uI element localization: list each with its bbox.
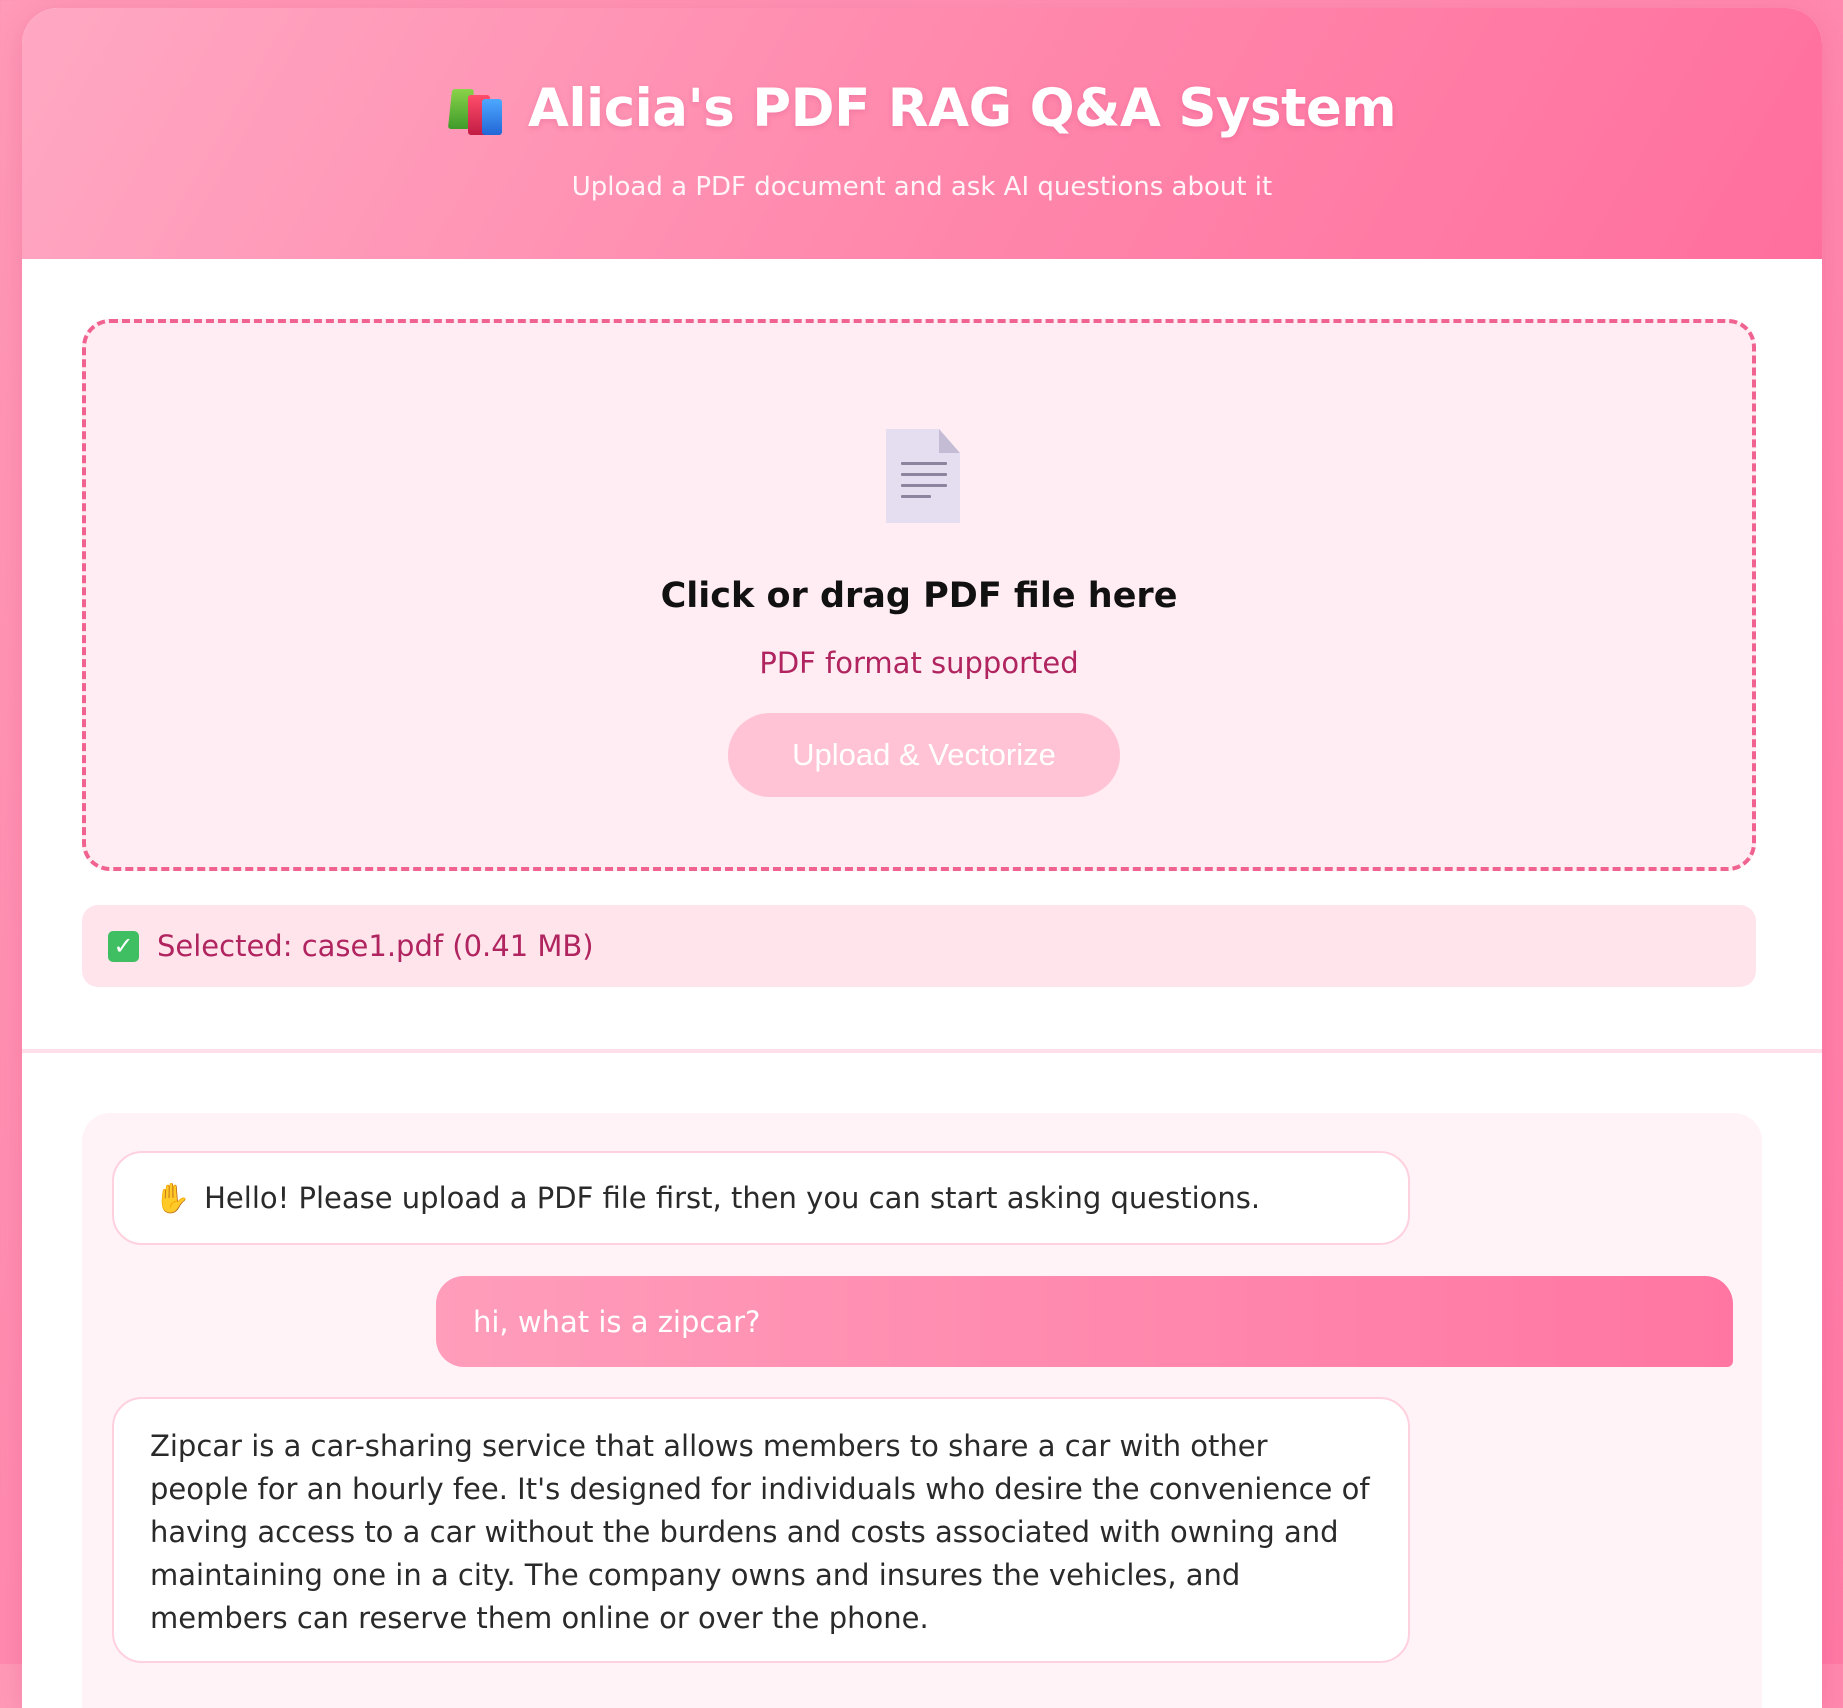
- user-message: hi, what is a zipcar?: [436, 1276, 1733, 1367]
- app-card: Alicia's PDF RAG Q&A System Upload a PDF…: [22, 8, 1822, 1708]
- title-row: Alicia's PDF RAG Q&A System: [22, 78, 1822, 139]
- books-icon: [447, 83, 506, 135]
- bot-message-text: Hello! Please upload a PDF file first, t…: [204, 1181, 1261, 1215]
- upload-vectorize-button[interactable]: Upload & Vectorize: [728, 713, 1120, 797]
- bot-message-text: Zipcar is a car-sharing service that all…: [150, 1429, 1370, 1635]
- document-icon-line: [901, 462, 947, 465]
- document-icon-line: [901, 495, 931, 498]
- bot-message: ✋ Hello! Please upload a PDF file first,…: [112, 1151, 1410, 1245]
- user-message-text: hi, what is a zipcar?: [473, 1304, 761, 1339]
- waving-hand-icon: ✋: [154, 1180, 191, 1215]
- document-icon-line: [901, 473, 947, 476]
- section-divider: [22, 1049, 1822, 1053]
- selected-file-status: ✓ Selected: case1.pdf (0.41 MB): [82, 905, 1756, 987]
- bot-message: Zipcar is a car-sharing service that all…: [112, 1397, 1410, 1663]
- document-icon-line: [901, 484, 947, 487]
- pdf-drop-zone[interactable]: Click or drag PDF file here PDF format s…: [82, 319, 1756, 871]
- chat-area[interactable]: ✋ Hello! Please upload a PDF file first,…: [82, 1113, 1762, 1708]
- page-title: Alicia's PDF RAG Q&A System: [527, 78, 1397, 139]
- header: Alicia's PDF RAG Q&A System Upload a PDF…: [22, 8, 1822, 259]
- page-subtitle: Upload a PDF document and ask AI questio…: [571, 172, 1273, 202]
- selected-file-text: Selected: case1.pdf (0.41 MB): [157, 929, 594, 963]
- check-icon: ✓: [108, 930, 139, 962]
- drop-zone-title: Click or drag PDF file here: [660, 576, 1178, 616]
- drop-zone-subtitle: PDF format supported: [759, 646, 1079, 680]
